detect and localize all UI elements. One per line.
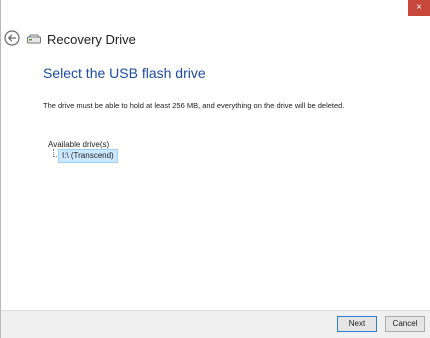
- cancel-button[interactable]: Cancel: [385, 316, 425, 332]
- drive-icon: [27, 34, 41, 44]
- close-icon: ×: [416, 2, 422, 13]
- instruction-text: The drive must be able to hold at least …: [43, 101, 345, 110]
- close-button[interactable]: ×: [408, 0, 430, 16]
- page-title: Select the USB flash drive: [43, 65, 206, 81]
- drive-list-item[interactable]: I:\ (Transcend): [58, 149, 118, 163]
- next-button[interactable]: Next: [337, 316, 377, 332]
- available-drives-label: Available drive(s): [48, 140, 110, 149]
- title-bar: Recovery Drive: [27, 30, 136, 48]
- recovery-drive-window: × Recovery Drive Select the USB flash dr…: [0, 0, 430, 338]
- app-title: Recovery Drive: [47, 31, 136, 47]
- button-bar: Next Cancel: [1, 310, 430, 338]
- back-button[interactable]: [4, 30, 20, 46]
